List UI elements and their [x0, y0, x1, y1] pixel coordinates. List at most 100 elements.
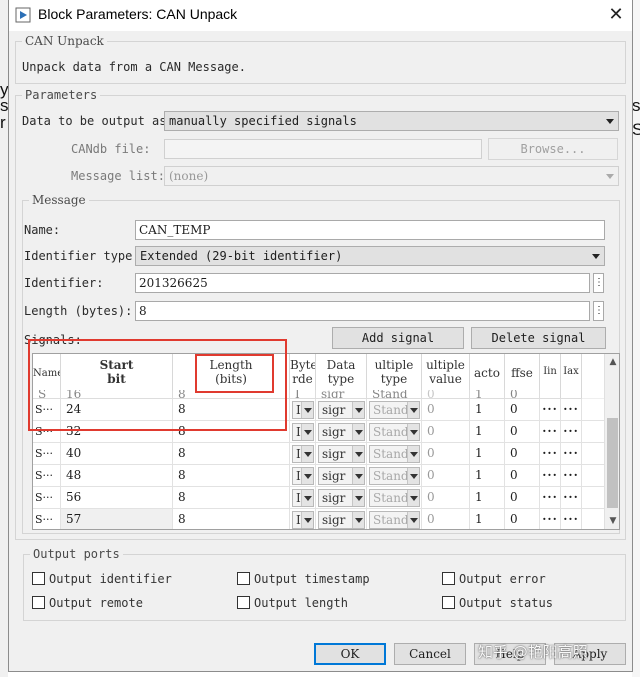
table-row[interactable]: S··· 56 8 Isigr Stand 0 1 0 ··· ···	[33, 487, 604, 509]
cell-multiplex-type-dropdown[interactable]: Stand	[369, 423, 420, 441]
message-list-label: Message list:	[71, 169, 165, 183]
name-label: Name:	[24, 223, 61, 237]
candb-file-field[interactable]	[164, 139, 482, 159]
cell-min[interactable]: ···	[540, 421, 561, 442]
table-row[interactable]: S··· 48 8 Isigr Stand 0 1 0 ··· ···	[33, 465, 604, 487]
cell-max[interactable]: ···	[561, 399, 582, 420]
browse-button[interactable]: Browse...	[488, 138, 618, 160]
cell-byte-order[interactable]: I	[290, 487, 316, 508]
ok-button[interactable]: OK	[314, 643, 386, 665]
cell-min[interactable]: ···	[540, 443, 561, 464]
cell-multiplex-type[interactable]: Stand	[367, 509, 422, 529]
message-name-field[interactable]: CAN_TEMP	[135, 220, 605, 240]
chevron-down-icon	[301, 424, 313, 440]
cell-multiplex-type[interactable]: Stand	[367, 421, 422, 442]
block-description: Unpack data from a CAN Message.	[22, 60, 246, 74]
table-scrollbar[interactable]: ▲ ▼	[604, 354, 619, 529]
cell-data-type-dropdown[interactable]: sigr	[318, 467, 365, 485]
cell-data-type-dropdown[interactable]: sigr	[318, 423, 365, 441]
scroll-down-icon[interactable]: ▼	[605, 513, 619, 529]
cell-multiplex-type-dropdown[interactable]: Stand	[369, 489, 420, 507]
cell-offset: 0	[505, 443, 540, 464]
cell-data-type[interactable]: sigr	[316, 399, 367, 420]
output-as-dropdown[interactable]: manually specified signals	[164, 111, 619, 131]
output-length-checkbox[interactable]	[237, 596, 250, 609]
table-row-partial[interactable]: S 16 8 I sigr Stand 0 1 0	[33, 390, 604, 399]
cell-length: 8	[173, 390, 290, 398]
cell-min[interactable]: ···	[540, 465, 561, 486]
identifier-options-button[interactable]: ⋮	[593, 273, 604, 293]
cell-data-type[interactable]: sigr	[316, 421, 367, 442]
cell-multiplex-type[interactable]: Stand	[367, 443, 422, 464]
cell-multiplex-type-dropdown[interactable]: Stand	[369, 511, 420, 529]
title-bar[interactable]: Block Parameters: CAN Unpack ✕	[9, 0, 632, 31]
length-options-button[interactable]: ⋮	[593, 301, 604, 321]
cell-multiplex-type-dropdown[interactable]: Stand	[369, 445, 420, 463]
cell-factor: 1	[470, 465, 505, 486]
cell-data-type[interactable]: sigr	[316, 465, 367, 486]
cell-byte-order[interactable]: I	[290, 421, 316, 442]
header-text: ultiple	[426, 358, 465, 372]
cell-byte-order-dropdown[interactable]: I	[292, 445, 314, 463]
add-signal-button[interactable]: Add signal	[332, 327, 464, 349]
cell-byte-order[interactable]: I	[290, 509, 316, 529]
identifier-field[interactable]: 201326625	[135, 273, 590, 293]
identifier-type-dropdown[interactable]: Extended (29-bit identifier)	[135, 246, 605, 266]
cell-max[interactable]: ···	[561, 465, 582, 486]
signals-table[interactable]: Name Start bit Length (bits) Byte rde Da…	[32, 353, 620, 530]
cell-byte-order[interactable]: I	[290, 465, 316, 486]
cell-multiplex-type[interactable]: Stand	[367, 399, 422, 420]
output-remote-checkbox[interactable]	[32, 596, 45, 609]
cell-byte-order-dropdown[interactable]: I	[292, 467, 314, 485]
cell-byte-order[interactable]: I	[290, 443, 316, 464]
candb-file-label: CANdb file:	[71, 142, 151, 156]
close-button[interactable]: ✕	[603, 3, 629, 27]
delete-signal-button[interactable]: Delete signal	[471, 327, 606, 349]
cell-data-type-dropdown[interactable]: sigr	[318, 489, 365, 507]
cell-multiplex-value: 0	[422, 421, 470, 442]
length-bytes-field[interactable]: 8	[135, 301, 590, 321]
cell-byte-order-dropdown[interactable]: I	[292, 511, 314, 529]
table-row[interactable]: S··· 24 8 Isigr Stand 0 1 0 ··· ···	[33, 399, 604, 421]
cancel-button[interactable]: Cancel	[394, 643, 466, 665]
message-list-dropdown[interactable]: (none)	[164, 166, 619, 186]
cell-byte-order-dropdown[interactable]: I	[292, 401, 314, 419]
header-text: acto	[474, 366, 500, 380]
table-row[interactable]: S··· 32 8 Isigr Stand 0 1 0 ··· ···	[33, 421, 604, 443]
cell-max[interactable]: ···	[561, 421, 582, 442]
cell-max[interactable]: ···	[561, 487, 582, 508]
cell-byte-order-dropdown[interactable]: I	[292, 423, 314, 441]
cell-min[interactable]: ···	[540, 509, 561, 529]
cell-min[interactable]: ···	[540, 399, 561, 420]
cell-factor: 1	[470, 509, 505, 529]
dropdown-value: Stand	[373, 447, 409, 461]
cell-multiplex-type: Stand	[367, 390, 422, 398]
cell-multiplex-type-dropdown[interactable]: Stand	[369, 467, 420, 485]
scroll-up-icon[interactable]: ▲	[605, 354, 619, 370]
cell-multiplex-type[interactable]: Stand	[367, 487, 422, 508]
cell-data-type[interactable]: sigr	[316, 487, 367, 508]
cell-data-type-dropdown[interactable]: sigr	[318, 445, 365, 463]
cell-multiplex-type-dropdown[interactable]: Stand	[369, 401, 420, 419]
cell-data-type-dropdown[interactable]: sigr	[318, 511, 365, 529]
dropdown-value: sigr	[322, 403, 346, 417]
cell-byte-order-dropdown[interactable]: I	[292, 489, 314, 507]
table-row[interactable]: S··· 40 8 Isigr Stand 0 1 0 ··· ···	[33, 443, 604, 465]
cell-data-type[interactable]: sigr	[316, 443, 367, 464]
background-text: s	[632, 96, 640, 115]
output-identifier-checkbox[interactable]	[32, 572, 45, 585]
cell-data-type-dropdown[interactable]: sigr	[318, 401, 365, 419]
cell-max[interactable]: ···	[561, 509, 582, 529]
cell-min[interactable]: ···	[540, 487, 561, 508]
cell-max[interactable]: ···	[561, 443, 582, 464]
cell-start-bit: 40	[61, 443, 173, 464]
cell-data-type[interactable]: sigr	[316, 509, 367, 529]
scrollbar-thumb[interactable]	[607, 418, 618, 508]
cell-length: 8	[173, 509, 290, 529]
cell-byte-order[interactable]: I	[290, 399, 316, 420]
cell-multiplex-type[interactable]: Stand	[367, 465, 422, 486]
output-timestamp-checkbox[interactable]	[237, 572, 250, 585]
table-row[interactable]: S··· 57 8 Isigr Stand 0 1 0 ··· ···	[33, 509, 604, 529]
output-error-checkbox[interactable]	[442, 572, 455, 585]
output-status-checkbox[interactable]	[442, 596, 455, 609]
